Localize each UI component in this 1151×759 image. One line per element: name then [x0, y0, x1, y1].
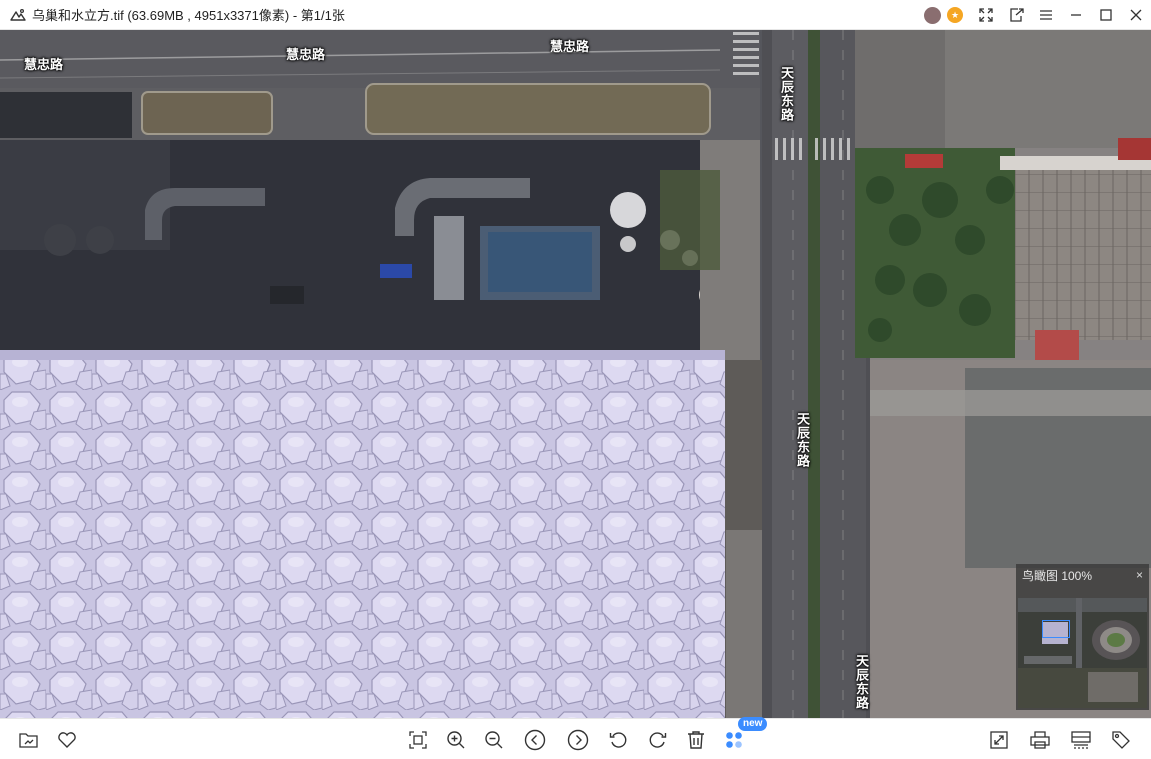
- fit-screen-icon[interactable]: [407, 729, 429, 751]
- fullscreen-icon[interactable]: [971, 0, 1001, 30]
- overview-viewport-box[interactable]: [1042, 620, 1070, 638]
- delete-icon[interactable]: [685, 729, 707, 751]
- rotate-left-icon[interactable]: [608, 729, 630, 751]
- road-label-huizhong: 慧忠路: [550, 40, 590, 55]
- image-canvas[interactable]: 慧忠路 慧忠路 慧忠路 天辰东路 天辰东路 天辰东路: [0, 30, 1151, 718]
- zoom-out-icon[interactable]: [483, 729, 505, 751]
- satellite-image: [0, 30, 1151, 718]
- title-bar: 乌巢和水立方.tif (63.69MB , 4951x3371像素) - 第1/…: [0, 0, 1151, 30]
- road-label-tianchen: 天辰东路: [853, 654, 868, 710]
- road-label-huizhong: 慧忠路: [286, 48, 326, 63]
- window-title: 乌巢和水立方.tif (63.69MB , 4951x3371像素) - 第1/…: [32, 8, 345, 23]
- image-viewer-icon: [10, 7, 26, 23]
- road-label-huizhong: 慧忠路: [24, 58, 64, 73]
- overview-thumbnail[interactable]: [1018, 598, 1147, 708]
- overview-close-icon[interactable]: ×: [1136, 568, 1143, 582]
- print-icon[interactable]: [1029, 729, 1051, 751]
- road-label-tianchen: 天辰东路: [794, 412, 809, 468]
- title-area: 乌巢和水立方.tif (63.69MB , 4951x3371像素) - 第1/…: [0, 5, 345, 24]
- vip-icon[interactable]: ★: [947, 7, 963, 23]
- overview-panel[interactable]: 鸟瞰图 100% ×: [1016, 564, 1149, 710]
- menu-icon[interactable]: [1031, 0, 1061, 30]
- favorite-heart-icon[interactable]: [56, 729, 78, 751]
- rotate-right-icon[interactable]: [646, 729, 668, 751]
- road-label-tianchen: 天辰东路: [778, 66, 793, 122]
- overview-image: [1018, 598, 1147, 708]
- close-icon[interactable]: [1121, 0, 1151, 30]
- minimize-icon[interactable]: [1061, 0, 1091, 30]
- bottom-toolbar: new: [0, 717, 1151, 759]
- overview-header: 鸟瞰图 100% ×: [1016, 564, 1149, 586]
- actual-size-icon[interactable]: [988, 729, 1010, 751]
- more-apps-icon[interactable]: [723, 729, 745, 751]
- maximize-icon[interactable]: [1091, 0, 1121, 30]
- user-avatar[interactable]: [924, 6, 941, 24]
- new-badge: new: [738, 717, 768, 731]
- scan-icon[interactable]: [1070, 729, 1092, 751]
- open-with-icon[interactable]: [1001, 0, 1031, 30]
- overview-title: 鸟瞰图 100%: [1022, 568, 1093, 583]
- previous-icon[interactable]: [524, 729, 546, 751]
- open-folder-icon[interactable]: [18, 729, 40, 751]
- next-icon[interactable]: [567, 729, 589, 751]
- tag-icon[interactable]: [1110, 729, 1132, 751]
- zoom-in-icon[interactable]: [445, 729, 467, 751]
- window-controls: ★: [924, 0, 1151, 30]
